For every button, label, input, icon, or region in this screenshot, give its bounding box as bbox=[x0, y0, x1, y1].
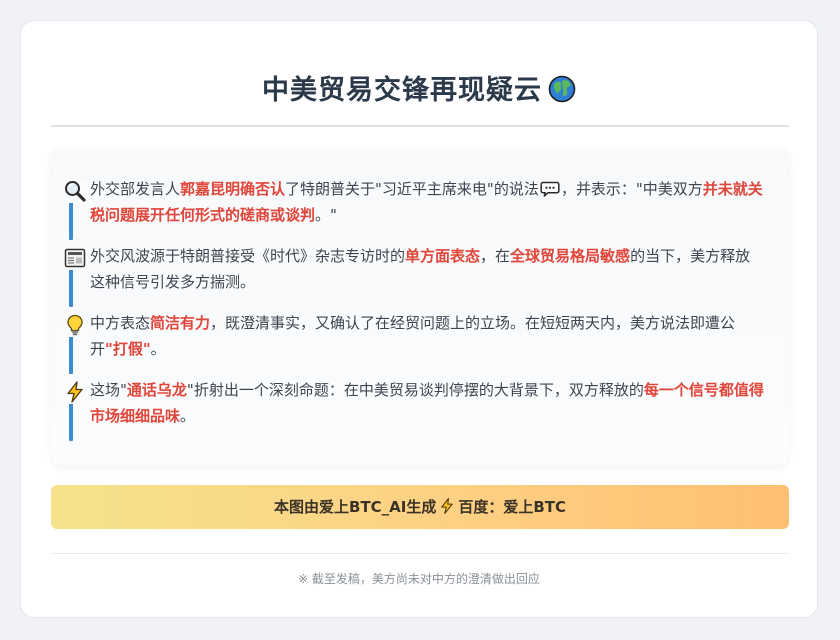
paragraph-1: 外交部发言人郭嘉昆明确否认了特朗普关于"习近平主席来电"的说法 ，并表示："中美双… bbox=[63, 176, 765, 240]
banner-left-text: 本图由爱上BTC_AI生成 bbox=[273, 498, 437, 516]
paragraph-4: 这场"通话乌龙"折射出一个深刻命题：在中美贸易谈判停摆的大背景下，双方释放的每一… bbox=[63, 377, 765, 441]
body-text: "折射出一个深刻命题：在中美贸易谈判停摆的大背景下，双方释放的 bbox=[186, 381, 644, 399]
lightning-icon bbox=[441, 497, 454, 515]
magnifier-icon bbox=[63, 179, 87, 203]
speech-bubble-icon bbox=[540, 181, 560, 197]
lightbulb-icon bbox=[63, 313, 87, 337]
generated-by-banner: 本图由爱上BTC_AI生成 百度：爱上BTC bbox=[51, 485, 789, 529]
lightning-icon bbox=[63, 380, 87, 404]
body-text: 这场" bbox=[90, 381, 127, 399]
content-box: 外交部发言人郭嘉昆明确否认了特朗普关于"习近平主席来电"的说法 ，并表示："中美双… bbox=[51, 148, 789, 465]
page-title: 中美贸易交锋再现疑云 bbox=[262, 75, 542, 106]
body-text: 外交风波源于特朗普接受《时代》杂志专访时的 bbox=[90, 247, 406, 265]
footer-divider bbox=[51, 553, 789, 554]
title-row: 中美贸易交锋再现疑云 bbox=[21, 71, 817, 111]
globe-icon bbox=[548, 75, 576, 103]
title-divider bbox=[51, 125, 789, 127]
paragraph-text: 外交部发言人郭嘉昆明确否认了特朗普关于"习近平主席来电"的说法 ，并表示："中美双… bbox=[69, 176, 765, 228]
highlight-text: 郭嘉昆明确否认 bbox=[180, 180, 286, 198]
body-text: 。 bbox=[150, 340, 166, 358]
highlight-text: "打假" bbox=[105, 340, 151, 358]
newspaper-icon bbox=[63, 246, 87, 270]
body-text: 。 bbox=[180, 407, 196, 425]
body-text: 外交部发言人 bbox=[90, 180, 181, 198]
body-text: ，在 bbox=[480, 247, 511, 265]
banner-right-text: 百度：爱上BTC bbox=[458, 498, 567, 516]
paragraph-text: 外交风波源于特朗普接受《时代》杂志专访时的单方面表态，在全球贸易格局敏感的当下，… bbox=[69, 243, 765, 295]
body-text: 。" bbox=[315, 206, 337, 224]
body-text: 中方表态 bbox=[90, 314, 151, 332]
footnote: ※ 截至发稿，美方尚未对中方的澄清做出回应 bbox=[298, 572, 540, 586]
paragraph-3: 中方表态简洁有力，既澄清事实，又确认了在经贸问题上的立场。在短短两天内，美方说法… bbox=[63, 310, 765, 374]
highlight-text: 单方面表态 bbox=[405, 247, 481, 265]
body-text: ，并表示："中美双方 bbox=[560, 180, 703, 198]
highlight-text: 全球贸易格局敏感 bbox=[510, 247, 631, 265]
paragraph-2: 外交风波源于特朗普接受《时代》杂志专访时的单方面表态，在全球贸易格局敏感的当下，… bbox=[63, 243, 765, 307]
highlight-text: 简洁有力 bbox=[150, 314, 211, 332]
paragraph-text: 中方表态简洁有力，既澄清事实，又确认了在经贸问题上的立场。在短短两天内，美方说法… bbox=[69, 310, 765, 362]
body-text: 了特朗普关于"习近平主席来电"的说法 bbox=[285, 180, 539, 198]
paragraph-text: 这场"通话乌龙"折射出一个深刻命题：在中美贸易谈判停摆的大背景下，双方释放的每一… bbox=[69, 377, 765, 429]
article-card: 中美贸易交锋再现疑云 外交部发言人郭嘉昆明确否认了特朗普关于"习近平主席来电"的… bbox=[20, 20, 818, 618]
highlight-text: 通话乌龙 bbox=[126, 381, 187, 399]
